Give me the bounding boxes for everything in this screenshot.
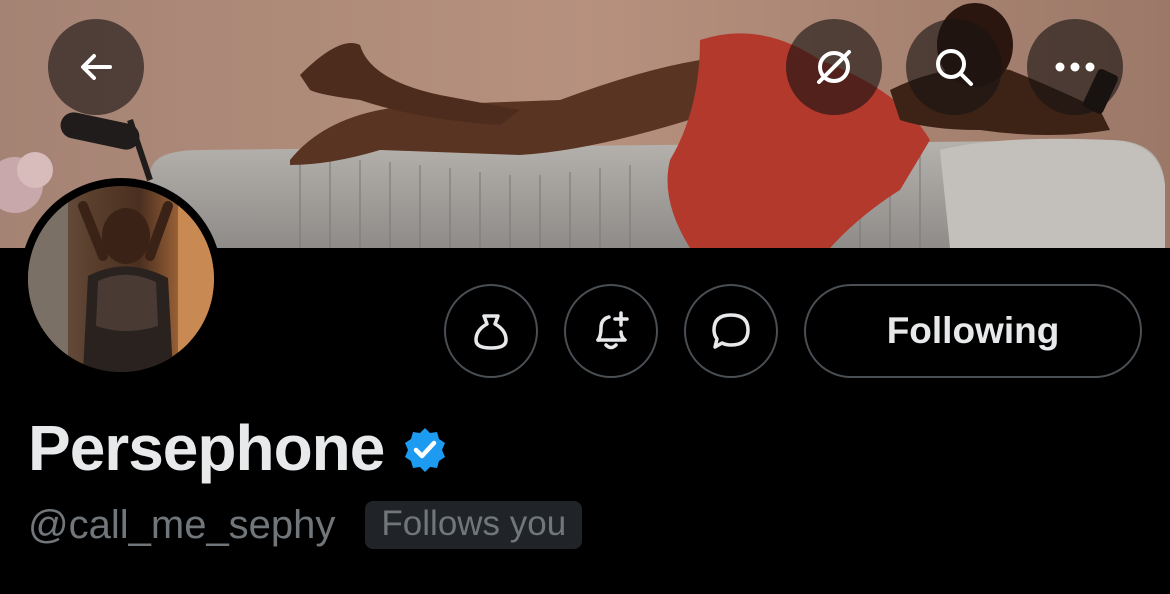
display-name: Persephone — [28, 412, 385, 484]
search-button[interactable] — [906, 19, 1002, 115]
tip-button[interactable] — [444, 284, 538, 378]
chat-bubble-icon — [712, 313, 750, 349]
search-icon — [936, 49, 973, 86]
grok-button[interactable] — [786, 19, 882, 115]
verified-badge-icon — [405, 428, 446, 472]
following-button[interactable]: Following — [804, 284, 1142, 378]
profile-name-row: Persephone — [28, 410, 450, 486]
grok-icon — [817, 50, 851, 84]
avatar[interactable] — [20, 178, 222, 380]
avatar-image — [28, 186, 214, 372]
arrow-left-icon — [81, 54, 112, 80]
more-horizontal-icon — [1055, 62, 1095, 72]
notify-button[interactable] — [564, 284, 658, 378]
back-button[interactable] — [48, 19, 144, 115]
more-button[interactable] — [1027, 19, 1123, 115]
follows-you-badge: Follows you — [365, 501, 583, 549]
money-bag-icon — [474, 314, 508, 350]
bell-plus-icon — [596, 311, 629, 350]
user-handle: @call_me_sephy — [28, 502, 336, 547]
message-button[interactable] — [684, 284, 778, 378]
following-label: Following — [886, 310, 1060, 351]
handle-row: @call_me_sephy Follows you — [28, 500, 583, 550]
